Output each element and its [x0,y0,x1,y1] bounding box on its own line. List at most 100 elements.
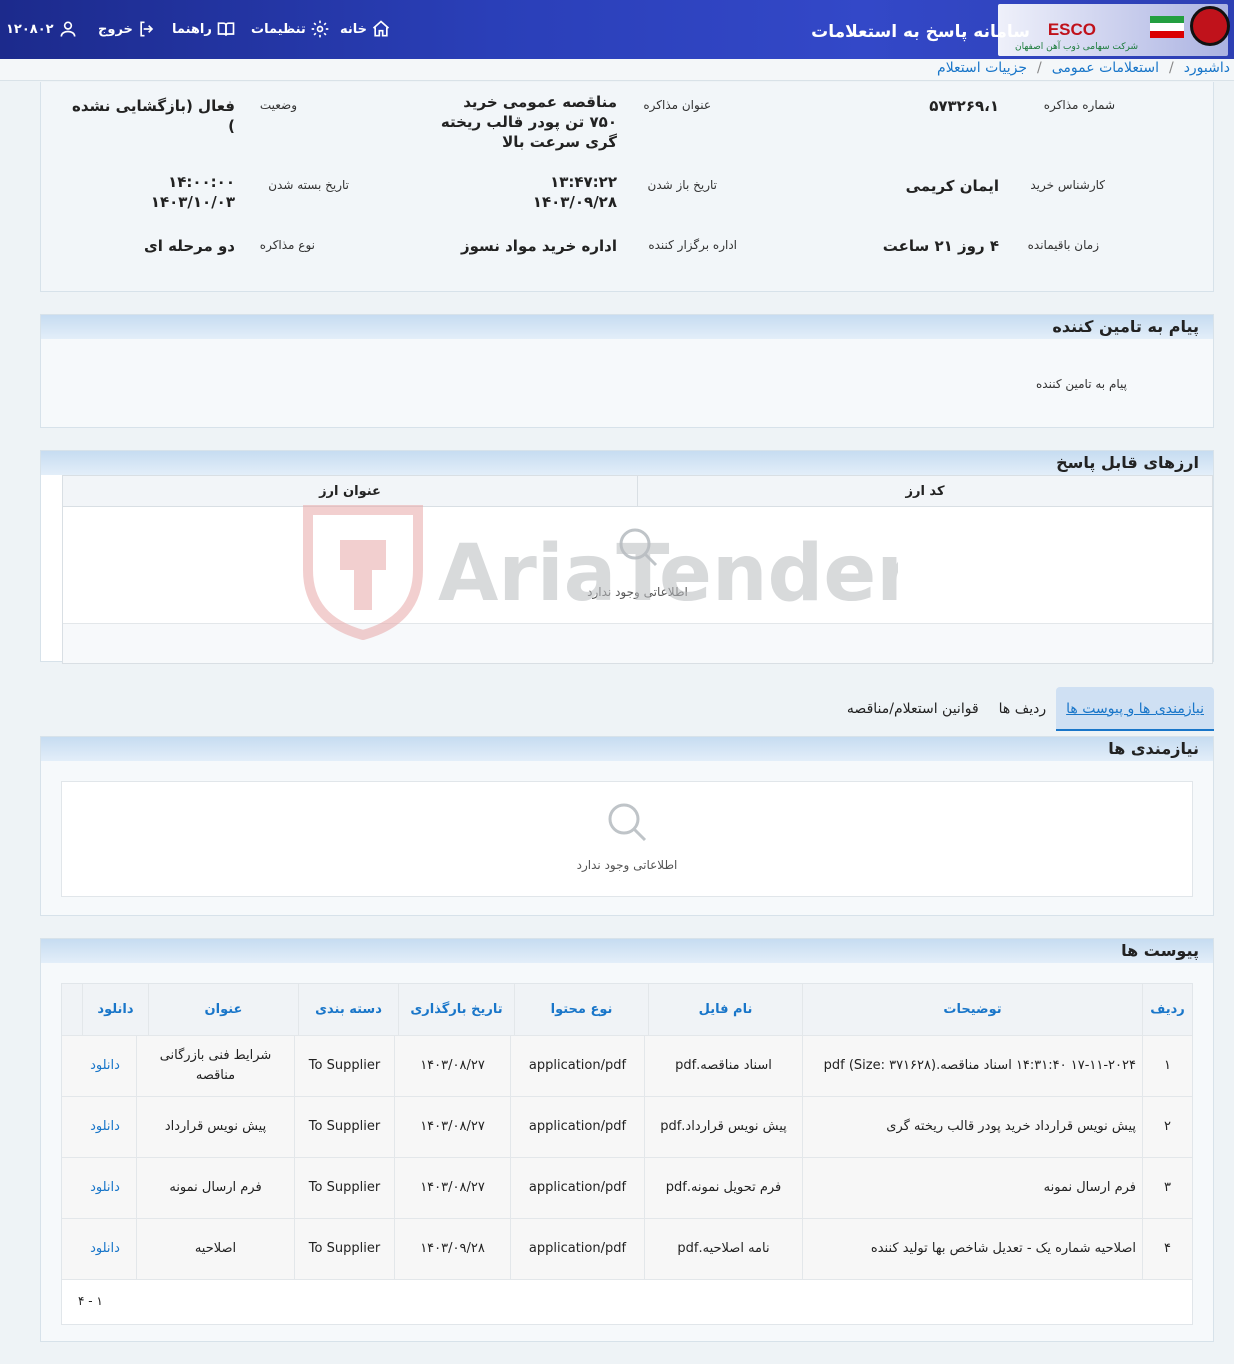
attachments-panel: پیوست ها ردیف توضیحات نام فایل نوع محتوا… [40,938,1214,1342]
negotiation-number-label: شماره مذاکره [1043,98,1115,112]
user-id-value: ۱۲۰۸۰۲ [6,21,54,37]
opening-time: ۱۳:۴۷:۲۲ [550,173,617,191]
logout-label: خروج [98,21,133,37]
brand-name: ESCO [1047,20,1096,39]
row-content-type: application/pdf [510,1218,644,1280]
row-upload-date: ۱۴۰۳/۰۹/۲۸ [394,1218,510,1280]
column-content-type[interactable]: نوع محتوا [514,984,648,1035]
row-description: اصلاحیه شماره یک - تعدیل شاخص بها تولید … [802,1218,1142,1280]
book-icon [217,22,235,36]
column-file-name[interactable]: نام فایل [648,984,802,1035]
column-currency-title[interactable]: عنوان ارز [63,476,637,506]
row-description: ۱۷-۱۱-۲۰۲۴ ۱۴:۳۱:۴۰ اسناد مناقصه.pdf (Si… [802,1035,1142,1097]
user-icon [60,21,76,37]
guide-label: راهنما [172,21,212,37]
supplier-message-title: پیام به تامین کننده [41,315,1213,339]
row-category: To Supplier [294,1096,394,1158]
table-row: ۲ پیش نویس قرارداد خرید پودر قالب ریخته … [62,1096,1192,1158]
row-title: شرایط فنی بازرگانی مناقصه [136,1035,294,1097]
top-bar: ESCO شرکت سهامی ذوب آهن اصفهان سامانه پا… [0,0,1234,59]
home-icon [372,20,390,37]
column-description[interactable]: توضیحات [802,984,1142,1035]
needs-empty-text: اطلاعاتی وجود ندارد [576,858,678,872]
row-upload-date: ۱۴۰۳/۰۸/۲۷ [394,1096,510,1158]
column-title[interactable]: عنوان [148,984,298,1035]
row-category: To Supplier [294,1157,394,1219]
tab-needs-attachments[interactable]: نیازمندی ها و پیوست ها [1056,687,1214,731]
download-link[interactable]: دانلود [74,1219,136,1280]
download-link[interactable]: دانلود [74,1097,136,1158]
attachments-title: پیوست ها [41,939,1213,963]
search-icon [619,528,657,567]
table-row: ۱ ۱۷-۱۱-۲۰۲۴ ۱۴:۳۱:۴۰ اسناد مناقصه.pdf (… [62,1035,1192,1097]
logout-icon [140,21,154,37]
tab-rows[interactable]: ردیف ها [989,687,1056,731]
column-category[interactable]: دسته بندی [298,984,398,1035]
needs-title: نیازمندی ها [41,737,1213,761]
column-row[interactable]: ردیف [1142,984,1192,1035]
supplier-message-panel: پیام به تامین کننده پیام به تامین کننده [40,314,1214,428]
gear-icon [311,20,329,38]
row-title: پیش نویس قرارداد [136,1096,294,1158]
search-icon [608,803,647,842]
row-category: To Supplier [294,1035,394,1097]
negotiation-title: مناقصه عمومی خرید ۷۵۰ تن پودر قالب ریخته… [440,93,617,151]
row-description: فرم ارسال نمونه [802,1157,1142,1219]
remaining-time: ۴ روز ۲۱ ساعت [882,237,999,255]
table-row: ۳ فرم ارسال نمونه فرم تحویل نمونه.pdf ap… [62,1157,1192,1219]
opening-date: ۱۴۰۳/۰۹/۲۸ [532,193,617,211]
organizer: اداره خرید مواد نسوز [460,237,617,255]
breadcrumb-inquiry-details[interactable]: جزییات استعلام [937,60,1027,76]
user-id[interactable]: ۱۲۰۸۰۲ [6,19,78,39]
closing-date-label: تاریخ بسته شدن [268,178,349,192]
row-number: ۲ [1142,1096,1192,1158]
breadcrumb-separator: / [1037,60,1042,76]
download-link[interactable]: دانلود [74,1036,136,1097]
guide-button[interactable]: راهنما [172,19,236,39]
currencies-panel: ارزهای قابل پاسخ کد ارز عنوان ارز اطلاعا… [40,450,1214,664]
breadcrumb-public-inquiries[interactable]: استعلامات عمومی [1052,60,1159,76]
column-upload-date[interactable]: تاریخ بارگذاری [398,984,514,1035]
company-name: شرکت سهامی ذوب آهن اصفهان [1015,42,1138,52]
organizer-label: اداره برگزار کننده [648,238,737,252]
tab-rules[interactable]: قوانین استعلام/مناقصه [837,687,989,731]
breadcrumb: داشبورد / استعلامات عمومی / جزییات استعل… [937,60,1230,76]
home-button[interactable]: خانه [340,19,391,39]
needs-empty-state: اطلاعاتی وجود ندارد [61,781,1193,897]
system-title: سامانه پاسخ به استعلامات [811,22,1030,42]
currencies-title: ارزهای قابل پاسخ [41,451,1213,475]
buyer-expert: ایمان کریمی [905,177,999,195]
negotiation-type: دو مرحله ای [143,237,235,255]
column-download[interactable]: دانلود [82,984,148,1035]
column-currency-code[interactable]: کد ارز [637,476,1212,506]
row-number: ۱ [1142,1035,1192,1097]
row-title: اصلاحیه [136,1218,294,1280]
row-content-type: application/pdf [510,1157,644,1219]
detail-tabs: نیازمندی ها و پیوست ها ردیف ها قوانین اس… [837,684,1214,734]
row-file-name: اسناد مناقصه.pdf [644,1035,802,1097]
row-title: فرم ارسال نمونه [136,1157,294,1219]
home-label: خانه [340,21,368,37]
needs-panel: نیازمندی ها اطلاعاتی وجود ندارد [40,736,1214,916]
attachments-table: ردیف توضیحات نام فایل نوع محتوا تاریخ با… [61,983,1193,1325]
breadcrumb-dashboard[interactable]: داشبورد [1184,60,1230,76]
table-row: ۴ اصلاحیه شماره یک - تعدیل شاخص بها تولی… [62,1218,1192,1280]
logout-button[interactable]: خروج [98,19,157,39]
negotiation-title-label: عنوان مذاکره [643,98,711,112]
settings-label: تنظیمات [251,21,306,37]
row-file-name: فرم تحویل نمونه.pdf [644,1157,802,1219]
status-value: فعال (بازگشایی نشده ) [72,97,235,135]
settings-button[interactable]: تنظیمات [251,19,330,39]
attachments-table-footer: ۱ - ۴ [62,1279,1192,1324]
status-label: وضعیت [259,98,297,112]
row-upload-date: ۱۴۰۳/۰۸/۲۷ [394,1157,510,1219]
download-link[interactable]: دانلود [74,1158,136,1219]
closing-date: ۱۴۰۳/۱۰/۰۳ [150,193,235,211]
attachments-table-header: ردیف توضیحات نام فایل نوع محتوا تاریخ با… [62,984,1192,1035]
row-number: ۴ [1142,1218,1192,1280]
company-logo-icon [1190,6,1230,46]
row-file-name: پیش نویس قرارداد.pdf [644,1096,802,1158]
row-content-type: application/pdf [510,1035,644,1097]
negotiation-type-label: نوع مذاکره [259,238,315,252]
row-content-type: application/pdf [510,1096,644,1158]
